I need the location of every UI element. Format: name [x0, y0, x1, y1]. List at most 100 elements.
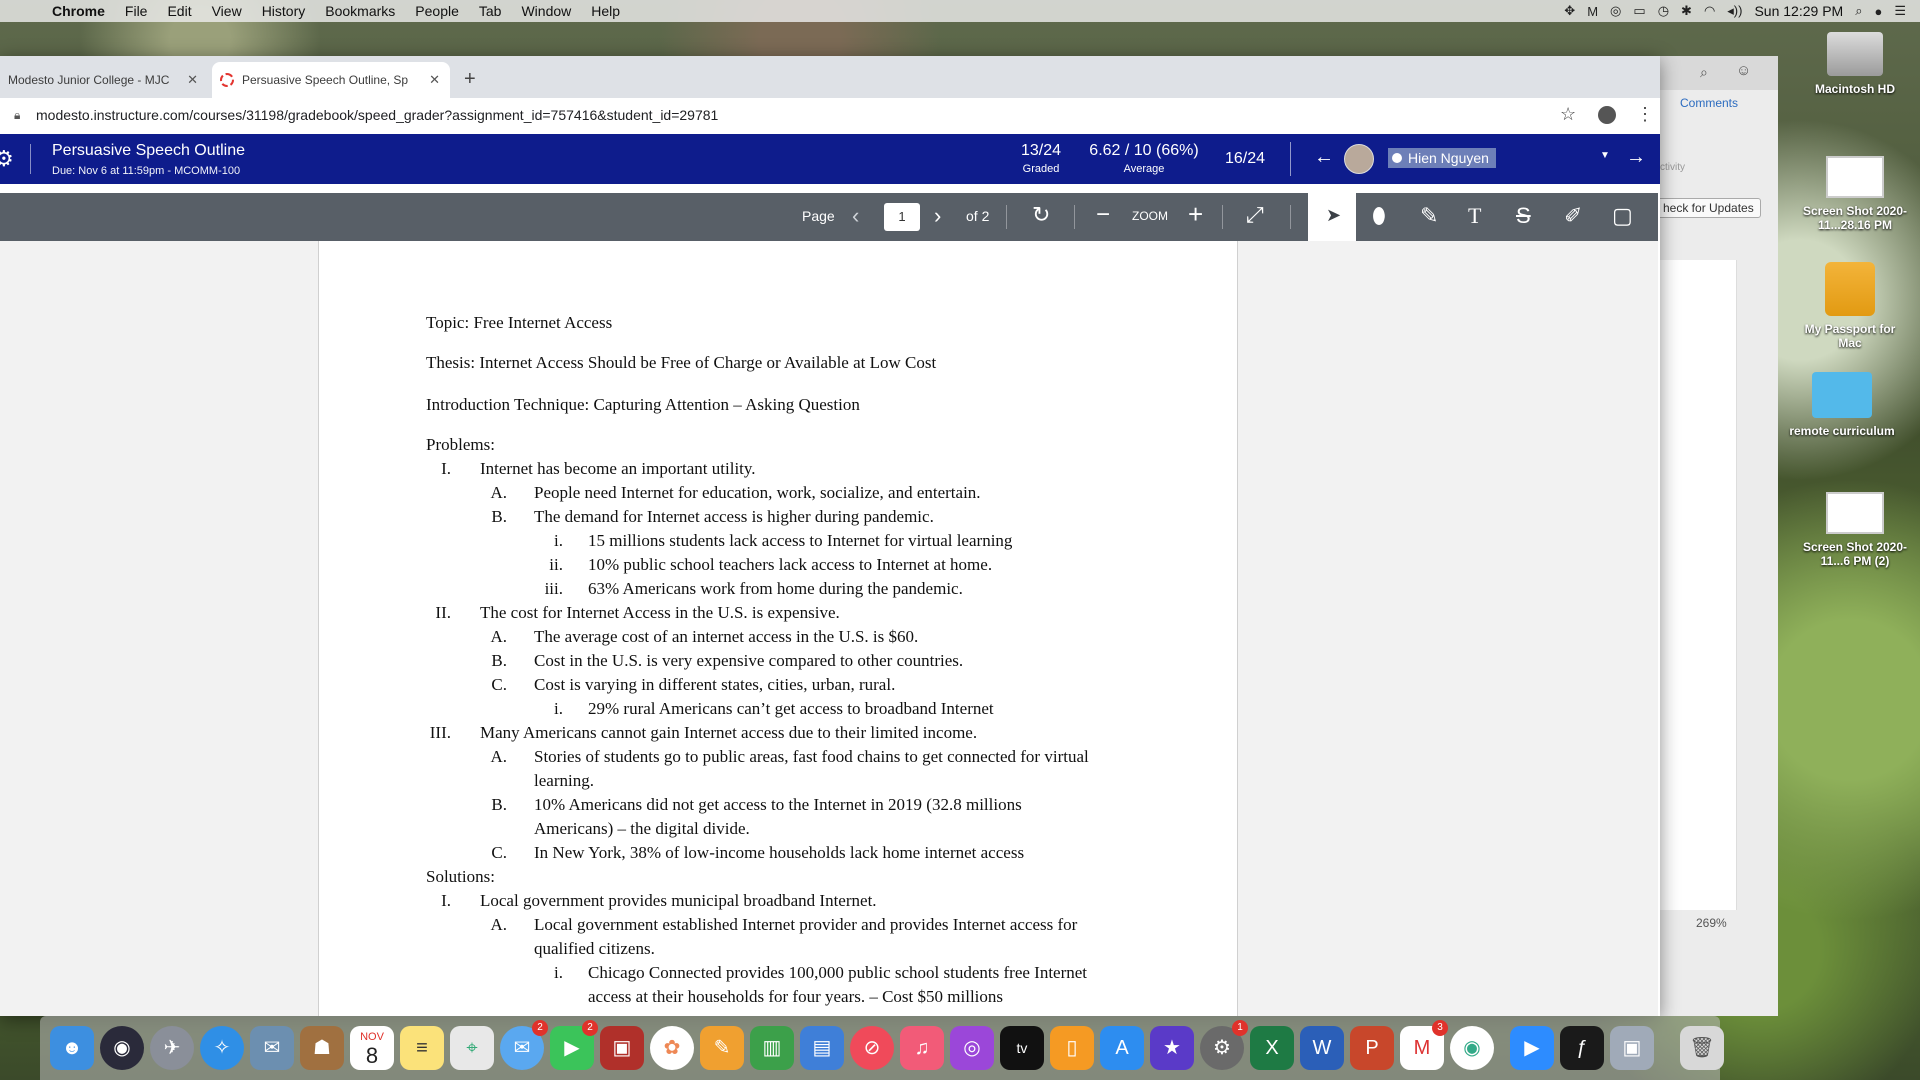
desktop-icon-my-passport[interactable]: My Passport for Mac — [1795, 262, 1905, 350]
area-select-icon[interactable]: ▢ — [1612, 203, 1633, 229]
volume-icon[interactable]: ◂)) — [1727, 3, 1742, 19]
screenshot-app-icon[interactable]: ▣ — [1610, 1026, 1654, 1070]
problems-heading: Problems: — [426, 435, 495, 454]
strikeout-icon[interactable]: S — [1516, 203, 1531, 229]
siri-icon[interactable]: ◉ — [100, 1026, 144, 1070]
chrome-icon[interactable]: ◉ — [1450, 1026, 1494, 1070]
notification-center-icon[interactable]: ☰ — [1894, 3, 1906, 19]
divider — [1222, 205, 1223, 229]
menu-bookmarks[interactable]: Bookmarks — [325, 3, 395, 19]
bluetooth-icon[interactable]: ✱ — [1681, 3, 1692, 19]
page-number-input[interactable] — [884, 203, 920, 231]
menu-app-chrome[interactable]: Chrome — [52, 3, 105, 19]
gmail-badge: 3 — [1432, 1020, 1448, 1036]
sync-icon[interactable]: ◎ — [1610, 3, 1621, 19]
calendar-icon[interactable]: NOV 8 — [350, 1026, 394, 1070]
check-updates-button[interactable]: heck for Updates — [1656, 198, 1761, 218]
time-machine-icon[interactable]: ◷ — [1658, 3, 1669, 19]
desktop-icon-screenshot-2[interactable]: Screen Shot 2020-11...6 PM (2) — [1800, 492, 1910, 568]
notes-icon[interactable]: ≡ — [400, 1026, 444, 1070]
desktop-icon-screenshot-1[interactable]: Screen Shot 2020-11...28.16 PM — [1800, 156, 1910, 232]
bookmark-star-icon[interactable]: ☆ — [1560, 104, 1576, 125]
zoom-in-icon[interactable]: + — [1188, 199, 1203, 230]
clock[interactable]: Sun 12:29 PM — [1754, 3, 1843, 19]
freedraw-icon[interactable]: ✐ — [1564, 203, 1582, 229]
thesis-line: Thesis: Internet Access Should be Free o… — [426, 353, 937, 372]
desktop-icon-remote-curriculum[interactable]: remote curriculum — [1787, 372, 1897, 438]
books-icon[interactable]: ▯ — [1050, 1026, 1094, 1070]
powerpoint-icon[interactable]: P — [1350, 1026, 1394, 1070]
search-icon[interactable]: ⌕ — [1700, 64, 1708, 81]
photos-icon[interactable]: ✿ — [650, 1026, 694, 1070]
preview-icon[interactable]: ✉ — [250, 1026, 294, 1070]
chevron-down-icon[interactable]: ▼ — [1600, 150, 1610, 161]
emoji-icon[interactable]: ☺ — [1736, 62, 1751, 79]
chevron-right-icon[interactable]: › — [934, 203, 941, 229]
pages-icon[interactable]: ✎ — [700, 1026, 744, 1070]
menu-view[interactable]: View — [212, 3, 242, 19]
highlight-icon[interactable]: ✎ — [1420, 203, 1438, 229]
menu-edit[interactable]: Edit — [167, 3, 191, 19]
app-store-icon[interactable]: A — [1100, 1026, 1144, 1070]
imovie-icon[interactable]: ★ — [1150, 1026, 1194, 1070]
gear-icon[interactable]: ⚙ — [0, 146, 14, 172]
wifi-icon[interactable]: ◠ — [1704, 3, 1715, 19]
menu-history[interactable]: History — [262, 3, 306, 19]
text-tool-icon[interactable]: T — [1468, 203, 1481, 229]
podcasts-icon[interactable]: ◎ — [950, 1026, 994, 1070]
next-student-arrow-icon[interactable]: → — [1626, 146, 1646, 169]
launchpad-icon[interactable]: ✈ — [150, 1026, 194, 1070]
airplay-icon[interactable]: ▭ — [1633, 3, 1645, 19]
zoom-icon[interactable]: ▶ — [1510, 1026, 1554, 1070]
photo-booth-icon[interactable]: ▣ — [600, 1026, 644, 1070]
desktop-icon-macintosh-hd[interactable]: Macintosh HD — [1800, 32, 1910, 96]
outline-number: B. — [491, 795, 507, 814]
keynote-icon[interactable]: ▤ — [800, 1026, 844, 1070]
menu-window[interactable]: Window — [521, 3, 571, 19]
gmail-status-icon[interactable]: M — [1587, 4, 1598, 19]
gmail-icon[interactable]: M3 — [1400, 1020, 1448, 1070]
menu-file[interactable]: File — [125, 3, 148, 19]
close-icon[interactable]: ✕ — [429, 72, 440, 88]
music-icon[interactable]: ♫ — [900, 1026, 944, 1070]
menu-help[interactable]: Help — [591, 3, 620, 19]
contacts-icon[interactable]: ☗ — [300, 1026, 344, 1070]
spotlight-icon[interactable]: ⌕ — [1855, 3, 1862, 19]
lock-icon[interactable]: 🔒︎ — [14, 108, 20, 123]
word-icon[interactable]: W — [1300, 1026, 1344, 1070]
news-icon[interactable]: ⊘ — [850, 1026, 894, 1070]
cursor-icon[interactable]: ➤ — [1326, 205, 1341, 226]
outline-number: C. — [491, 843, 507, 862]
maps-icon[interactable]: ⌖ — [450, 1026, 494, 1070]
tab-speech-outline[interactable]: Persuasive Speech Outline, Sp ✕ — [212, 62, 450, 98]
assignment-title[interactable]: Persuasive Speech Outline — [52, 142, 245, 160]
trash-icon[interactable]: 🗑︎ — [1680, 1026, 1724, 1070]
system-preferences-icon[interactable]: ⚙ 1 — [1200, 1020, 1248, 1070]
menu-tab[interactable]: Tab — [479, 3, 502, 19]
zoom-out-icon[interactable]: − — [1096, 201, 1110, 229]
messages-icon[interactable]: ✉ 2 — [500, 1020, 548, 1070]
url-field[interactable]: modesto.instructure.com/courses/31198/gr… — [36, 107, 718, 123]
chevron-left-icon[interactable]: ‹ — [852, 203, 859, 229]
siri-icon[interactable]: ● — [1874, 4, 1882, 19]
tab-modesto[interactable]: Modesto Junior College - MJC ✕ — [0, 62, 208, 98]
apple-tv-icon[interactable]: tv — [1000, 1026, 1044, 1070]
close-icon[interactable]: ✕ — [187, 72, 198, 88]
comments-link[interactable]: Comments — [1680, 96, 1738, 110]
menu-kebab-icon[interactable]: ⋮ — [1636, 104, 1654, 125]
menu-people[interactable]: People — [415, 3, 459, 19]
dropbox-icon[interactable]: ✥ — [1564, 3, 1575, 19]
safari-icon[interactable]: ✧ — [200, 1026, 244, 1070]
point-annotation-icon[interactable]: ⬮ — [1372, 203, 1386, 229]
new-tab-icon[interactable]: + — [464, 68, 476, 91]
flash-icon[interactable]: ƒ — [1560, 1026, 1604, 1070]
fullscreen-icon[interactable]: ⤢ — [1246, 202, 1264, 228]
previous-student-arrow-icon[interactable]: ← — [1314, 146, 1334, 169]
numbers-icon[interactable]: ▥ — [750, 1026, 794, 1070]
finder-icon[interactable]: ☻ — [50, 1026, 94, 1070]
rotate-icon[interactable]: ↻ — [1032, 202, 1050, 228]
facetime-icon[interactable]: ▶ 2 — [550, 1020, 598, 1070]
student-select[interactable]: Hien Nguyen — [1388, 148, 1496, 168]
profile-icon[interactable] — [1598, 106, 1616, 124]
excel-icon[interactable]: X — [1250, 1026, 1294, 1070]
